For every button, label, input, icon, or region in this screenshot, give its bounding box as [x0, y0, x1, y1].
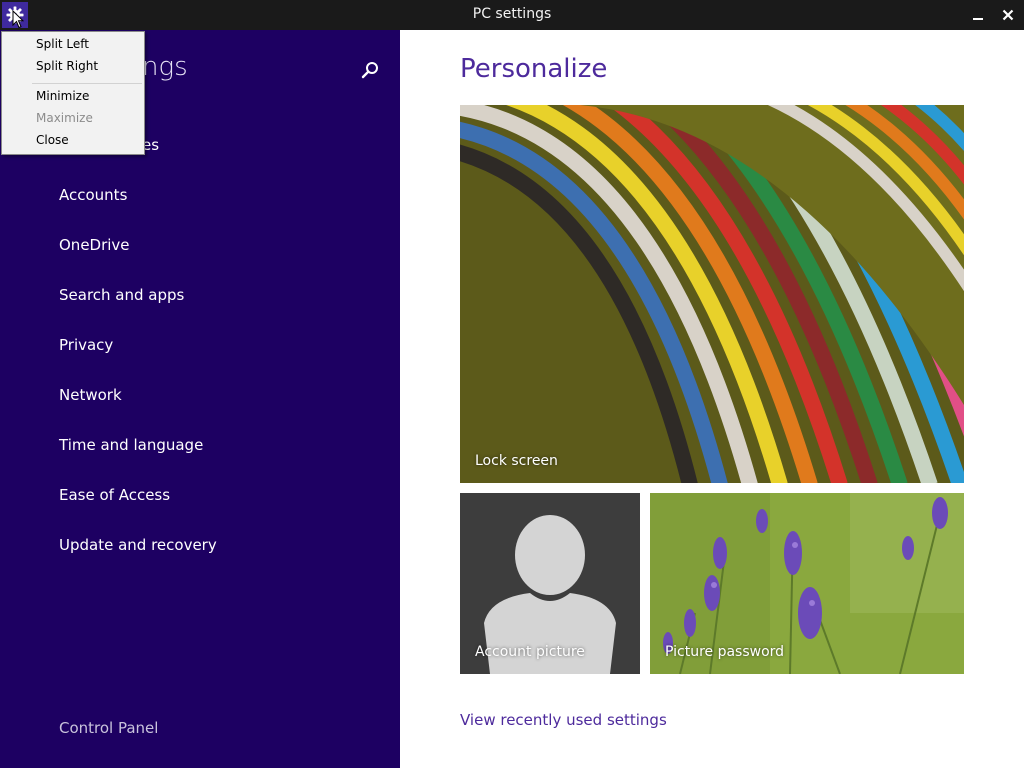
lock-screen-label: Lock screen	[475, 453, 558, 469]
sidebar-item-time-and-language[interactable]: Time and language	[59, 436, 203, 454]
menu-item-split-left[interactable]: Split Left	[36, 37, 89, 51]
menu-item-split-right[interactable]: Split Right	[36, 59, 98, 73]
sidebar-item-search-and-apps[interactable]: Search and apps	[59, 286, 184, 304]
sidebar-item-update-and-recovery[interactable]: Update and recovery	[59, 536, 217, 554]
account-picture-tile[interactable]: Account picture	[460, 493, 640, 674]
minimize-button[interactable]	[967, 4, 989, 26]
control-panel-link[interactable]: Control Panel	[59, 719, 158, 737]
picture-password-tile[interactable]: Picture password	[650, 493, 964, 674]
sidebar-item-network[interactable]: Network	[59, 386, 122, 404]
title-bar: PC settings	[0, 0, 1024, 30]
sidebar-title: ngs	[142, 52, 188, 82]
view-recently-used-settings-link[interactable]: View recently used settings	[460, 711, 667, 729]
picture-password-label: Picture password	[665, 644, 785, 660]
menu-item-maximize: Maximize	[36, 111, 93, 125]
page-title: Personalize	[460, 54, 608, 84]
minimize-icon	[973, 18, 983, 20]
sidebar-item-accounts[interactable]: Accounts	[59, 186, 127, 204]
search-button[interactable]	[360, 60, 382, 82]
menu-separator	[32, 83, 142, 84]
lock-screen-image	[460, 105, 964, 483]
account-picture-label: Account picture	[475, 644, 585, 660]
sidebar-item-onedrive[interactable]: OneDrive	[59, 236, 130, 254]
system-menu: Split Left Split Right Minimize Maximize…	[1, 31, 145, 155]
menu-item-close[interactable]: Close	[36, 133, 69, 147]
close-icon	[1002, 9, 1014, 21]
search-icon	[361, 62, 378, 79]
menu-item-minimize[interactable]: Minimize	[36, 89, 89, 103]
sidebar-item-privacy[interactable]: Privacy	[59, 336, 113, 354]
sidebar-item-ease-of-access[interactable]: Ease of Access	[59, 486, 170, 504]
close-button[interactable]	[997, 4, 1019, 26]
window-title: PC settings	[472, 6, 552, 22]
lock-screen-tile[interactable]: Lock screen	[460, 105, 964, 483]
